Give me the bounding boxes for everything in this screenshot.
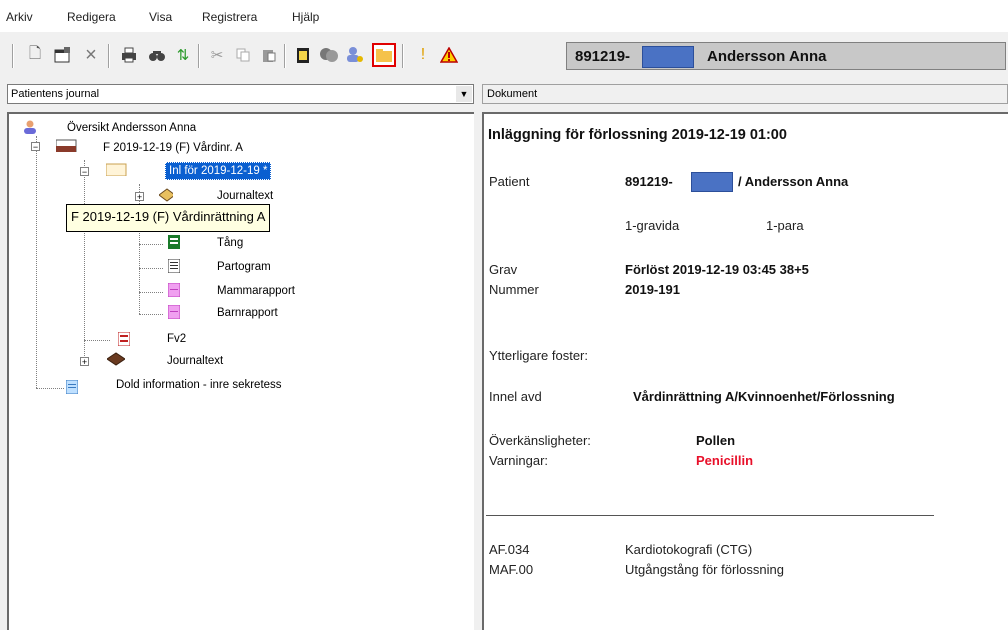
user-icon xyxy=(23,120,37,134)
book-icon xyxy=(159,188,173,202)
tree-item-mammarapport[interactable]: Mammarapport xyxy=(217,285,295,297)
journal-view-select[interactable]: Patientens journal ▼ xyxy=(7,84,474,104)
para-value: 1-para xyxy=(766,218,804,233)
red-form-icon xyxy=(117,332,131,346)
procedure-description: Kardiotokografi (CTG) xyxy=(625,542,753,557)
folder-icon[interactable] xyxy=(372,43,396,67)
patient-label: Patient xyxy=(489,174,530,189)
toolbar-separator xyxy=(198,44,200,68)
folder-icon xyxy=(55,138,79,152)
journal-view-select-value: Patientens journal xyxy=(11,88,100,100)
warning-icon[interactable] xyxy=(438,44,460,66)
paste-icon[interactable] xyxy=(258,44,280,66)
expand-icon[interactable]: + xyxy=(135,192,144,202)
extra-fetus-label: Ytterligare foster: xyxy=(489,348,588,363)
tree-connector xyxy=(36,388,64,389)
allergy-value: Pollen xyxy=(696,433,736,448)
refresh-icon[interactable]: ⇅ xyxy=(172,44,194,66)
patient-id: 891219- xyxy=(575,48,631,65)
menu-hjalp[interactable]: Hjälp xyxy=(292,10,319,24)
document-icon xyxy=(65,380,79,394)
warning-label: Varningar: xyxy=(489,453,549,468)
cut-icon[interactable]: ✂ xyxy=(206,44,228,66)
tree-tooltip: F 2019-12-19 (F) Vårdinrättning A xyxy=(66,204,271,232)
grav-label: Grav xyxy=(489,262,518,277)
tree-connector xyxy=(139,244,163,245)
collapse-icon[interactable]: − xyxy=(80,167,89,177)
warning-value: Penicillin xyxy=(696,453,754,468)
tree-item-barnrapport[interactable]: Barnrapport xyxy=(217,307,278,319)
delete-icon[interactable]: × xyxy=(80,44,102,66)
exclamation-icon[interactable]: ! xyxy=(412,44,434,66)
find-icon[interactable] xyxy=(146,44,168,66)
toolbar-separator xyxy=(108,44,110,68)
copy-icon[interactable] xyxy=(232,44,254,66)
nummer-value: 2019-191 xyxy=(625,282,680,297)
properties-icon[interactable] xyxy=(52,44,74,66)
tree-connector xyxy=(139,268,163,269)
innel-value: Vårdinrättning A/Kvinnoenhet/Förlossning xyxy=(633,389,895,404)
innel-label: Innel avd xyxy=(489,389,542,404)
user-key-icon[interactable] xyxy=(344,44,366,66)
green-form-icon xyxy=(167,235,181,249)
journal-tree: Översikt Andersson Anna − F 2019-12-19 (… xyxy=(7,112,474,630)
gravida-value: 1-gravida xyxy=(625,218,680,233)
open-folder-icon xyxy=(105,162,129,176)
clipboard-icon[interactable] xyxy=(292,44,314,66)
pink-form-icon xyxy=(167,283,181,297)
expand-icon[interactable]: + xyxy=(80,357,89,367)
patient-header: 891219- Andersson Anna xyxy=(566,42,1006,70)
document-view: Inläggning för förlossning 2019-12-19 01… xyxy=(482,112,1008,630)
procedure-code: AF.034 xyxy=(489,542,530,557)
book-icon xyxy=(107,352,125,366)
document-panel-title: Dokument xyxy=(487,88,538,100)
patient-name: Andersson Anna xyxy=(707,48,827,65)
tree-connector xyxy=(36,136,37,388)
toolbar-separator xyxy=(402,44,404,68)
tree-connector xyxy=(139,314,163,315)
collapse-icon[interactable]: − xyxy=(31,142,40,152)
chart-form-icon xyxy=(167,259,181,273)
menu-redigera[interactable]: Redigera xyxy=(67,10,116,24)
menu-visa[interactable]: Visa xyxy=(149,10,172,24)
procedure-code: MAF.00 xyxy=(489,562,534,577)
tree-connector xyxy=(84,340,110,341)
tree-item-hidden-info[interactable]: Dold information - inre sekretess xyxy=(116,379,282,391)
tree-item-episode[interactable]: F 2019-12-19 (F) Vårdinr. A xyxy=(103,142,243,154)
procedure-description: Utgångstång för förlossning xyxy=(625,562,784,577)
new-document-icon[interactable]: 🗋 xyxy=(24,44,46,66)
redaction-box xyxy=(691,172,733,192)
document-panel-header: Dokument xyxy=(482,84,1008,104)
pink-form-icon xyxy=(167,305,181,319)
menu-bar: Arkiv Redigera Visa Registrera Hjälp xyxy=(0,0,1008,32)
tree-item-admission[interactable]: Inl för 2019-12-19 * xyxy=(165,162,272,180)
patient-name-value: / Andersson Anna xyxy=(738,174,849,189)
print-icon[interactable] xyxy=(118,44,140,66)
chat-icon[interactable] xyxy=(318,44,340,66)
divider xyxy=(486,515,934,516)
redaction-box xyxy=(642,46,694,68)
menu-registrera[interactable]: Registrera xyxy=(202,10,257,24)
nummer-label: Nummer xyxy=(489,282,539,297)
tree-item-fv2[interactable]: Fv2 xyxy=(167,333,186,345)
tree-item-tang[interactable]: Tång xyxy=(217,237,243,249)
document-heading: Inläggning för förlossning 2019-12-19 01… xyxy=(488,127,787,143)
tree-item-overview[interactable]: Översikt Andersson Anna xyxy=(67,122,196,134)
tree-connector xyxy=(139,292,163,293)
chevron-down-icon[interactable]: ▼ xyxy=(456,86,472,102)
tree-item-partogram[interactable]: Partogram xyxy=(217,261,271,273)
tree-connector xyxy=(84,160,85,362)
menu-arkiv[interactable]: Arkiv xyxy=(6,10,33,24)
allergy-label: Överkänsligheter: xyxy=(489,433,591,448)
toolbar-separator xyxy=(284,44,286,68)
toolbar-separator xyxy=(12,44,14,68)
tree-item-journaltext[interactable]: Journaltext xyxy=(167,355,223,367)
patient-id-value: 891219- xyxy=(625,174,673,189)
tree-item-journaltext[interactable]: Journaltext xyxy=(217,190,273,202)
grav-value: Förlöst 2019-12-19 03:45 38+5 xyxy=(625,262,809,277)
